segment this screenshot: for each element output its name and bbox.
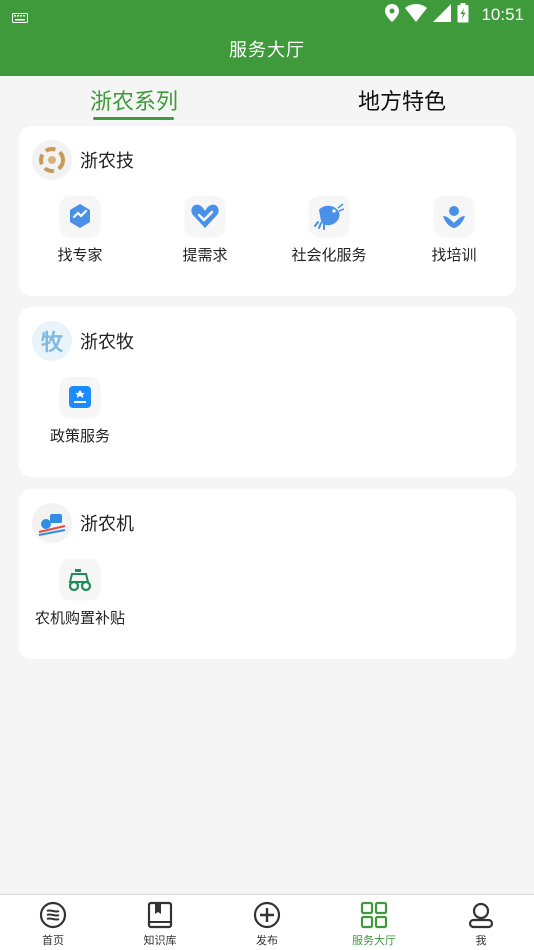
service-find-training[interactable]: 找培训 <box>394 196 514 265</box>
section-card-zhenongji: 浙农技 找专家 提需求 社会化服务 找培训 <box>19 126 516 296</box>
heart-icon <box>185 196 225 236</box>
service-label: 政策服务 <box>49 427 110 445</box>
section-title: 浙农机 <box>80 514 134 535</box>
shrimp-icon <box>309 196 349 236</box>
user-icon <box>428 900 534 930</box>
zhenongji-machine-logo-icon <box>32 503 72 543</box>
policy-icon <box>60 377 100 417</box>
app-root: 10:51 服务大厅 浙农系列 地方特色 浙农技 找专家 提需求 社会化服务 找… <box>0 0 534 950</box>
tab-zhenong-series[interactable]: 浙农系列 <box>90 84 178 116</box>
nav-knowledge[interactable]: 知识库 <box>107 900 213 948</box>
service-find-expert[interactable]: 找专家 <box>20 196 140 265</box>
service-label: 提需求 <box>182 246 228 264</box>
nav-label: 发布 <box>256 934 278 947</box>
plus-circle-icon <box>214 900 320 930</box>
section-title: 浙农牧 <box>80 332 134 353</box>
status-time: 10:51 <box>481 5 524 24</box>
training-icon <box>434 196 474 236</box>
zhenongji-logo-icon <box>32 140 72 180</box>
service-label: 农机购置补贴 <box>34 609 125 627</box>
section-header: 牧 浙农牧 <box>32 321 134 361</box>
nav-publish[interactable]: 发布 <box>214 900 320 948</box>
tractor-icon <box>60 559 100 599</box>
section-card-zhenongji-machine: 浙农机 农机购置补贴 <box>19 489 516 659</box>
section-header: 浙农机 <box>32 503 134 543</box>
service-label: 社会化服务 <box>291 246 367 264</box>
signal-icon <box>433 4 452 26</box>
service-machine-subsidy[interactable]: 农机购置补贴 <box>20 559 140 628</box>
section-header: 浙农技 <box>32 140 134 180</box>
section-card-zhenongmu: 牧 浙农牧 政策服务 <box>19 307 516 477</box>
grid-icon <box>321 900 427 930</box>
nav-label: 我 <box>475 934 487 947</box>
book-icon <box>107 900 213 930</box>
bottom-nav: 首页 知识库 发布 服务大厅 我 <box>0 894 534 950</box>
nav-home[interactable]: 首页 <box>0 900 106 948</box>
tab-local-features[interactable]: 地方特色 <box>358 84 446 116</box>
nav-service-hall[interactable]: 服务大厅 <box>321 900 427 948</box>
service-submit-demand[interactable]: 提需求 <box>145 196 265 265</box>
service-label: 找培训 <box>431 246 477 264</box>
status-bar: 10:51 <box>0 0 534 28</box>
tab-active-indicator <box>93 117 174 120</box>
nav-label: 服务大厅 <box>352 934 396 947</box>
keyboard-icon <box>12 8 28 27</box>
top-bar: 10:51 服务大厅 <box>0 0 534 76</box>
nav-label: 首页 <box>42 934 64 947</box>
service-label: 找专家 <box>57 246 103 264</box>
expert-icon <box>60 196 100 236</box>
nav-label: 知识库 <box>143 934 177 947</box>
status-icons: 10:51 <box>385 3 524 27</box>
location-icon <box>385 4 400 26</box>
nav-me[interactable]: 我 <box>428 900 534 948</box>
wifi-icon <box>405 4 428 26</box>
battery-icon <box>457 3 469 27</box>
tab-bar: 浙农系列 地方特色 <box>0 76 534 122</box>
service-socialized[interactable]: 社会化服务 <box>269 196 389 265</box>
service-policy[interactable]: 政策服务 <box>20 377 140 446</box>
page-title: 服务大厅 <box>229 40 305 61</box>
home-icon <box>0 900 106 930</box>
zhenongmu-logo-icon: 牧 <box>32 321 72 361</box>
section-title: 浙农技 <box>80 151 134 172</box>
